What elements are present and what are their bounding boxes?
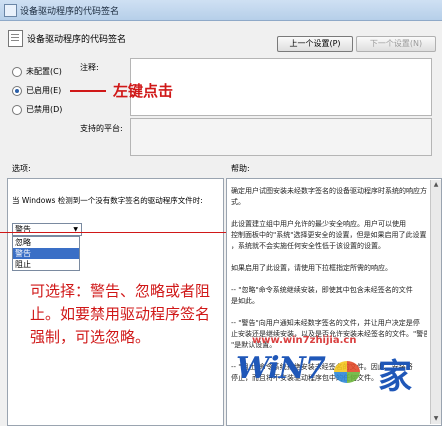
- options-label: 选项:: [12, 164, 31, 173]
- radio-circle: [12, 85, 22, 96]
- chevron-down-icon: ▼: [73, 226, 78, 233]
- help-line: ，系统就不会实施任何安全性低于该设置的设置。: [231, 242, 385, 250]
- option-block[interactable]: 阻止: [13, 259, 79, 270]
- help-line: 确定用户试图安装未经数字签名的设备驱动程序时系统的响应方: [231, 187, 427, 195]
- radio-circle: [12, 66, 22, 77]
- unsigned-driver-dropdown[interactable]: 警告 ▼: [12, 223, 82, 236]
- title-bar: 设备驱动程序的代码签名: [0, 0, 442, 21]
- radio-disabled[interactable]: 已禁用(D): [12, 104, 62, 116]
- prev-setting-button[interactable]: 上一个设置(P): [277, 36, 353, 52]
- help-label: 帮助:: [231, 164, 250, 173]
- annotation-pointer-line: [70, 90, 106, 92]
- policy-icon: [4, 4, 17, 17]
- help-line: 是如此。: [231, 297, 259, 305]
- supported-platform-label: 支持的平台:: [80, 124, 123, 133]
- help-line: -- "忽略"命令系统继续安装，即使其中包含未经签名的文件: [231, 286, 413, 294]
- dropdown-options-list: 忽略 警告 阻止: [12, 236, 80, 271]
- radio-not-configured[interactable]: 未配置(C): [12, 66, 62, 78]
- help-line: 此设置建立组中用户允许的最少安全响应。用户可以使用: [231, 220, 406, 228]
- comment-label: 注释:: [80, 63, 99, 72]
- window-title: 设备驱动程序的代码签名: [20, 7, 120, 17]
- watermark-logo: WiN7: [236, 351, 326, 386]
- option-ignore[interactable]: 忽略: [13, 237, 79, 248]
- setting-title: 设备驱动程序的代码签名: [27, 35, 127, 45]
- comment-textarea[interactable]: [130, 58, 432, 116]
- radio-enabled[interactable]: 已启用(E): [12, 85, 61, 97]
- scroll-up-icon[interactable]: ▲: [431, 180, 441, 190]
- watermark-suffix: 家: [378, 357, 412, 397]
- watermark-site: www.win7zhijia.cn: [252, 335, 357, 346]
- watermark: www.win7zhijia.cn WiN7 家: [230, 335, 440, 423]
- radio-circle: [12, 104, 22, 115]
- setting-icon: [8, 30, 23, 47]
- supported-platform-field: [130, 118, 432, 156]
- help-line: 式。: [231, 198, 245, 206]
- help-line: 如果启用了此设置，请使用下拉框指定所需的响应。: [231, 264, 392, 272]
- options-description: 当 Windows 检测到一个没有数字签名的驱动程序文件时:: [12, 196, 203, 205]
- option-warn[interactable]: 警告: [13, 248, 79, 259]
- annotation-choices-text: 可选择：警告、忽略或者阻止。如要禁用驱动程序签名强制，可选忽略。: [30, 282, 211, 346]
- windows-flag-icon: [334, 361, 360, 383]
- help-line: -- "警告"向用户通知未经数字签名的文件，并让用户决定是停: [231, 319, 420, 327]
- annotation-click-text: 左键点击: [113, 82, 174, 100]
- help-line: 控制面板中的"系统"选择更安全的设置，但是如果启用了此设置: [231, 231, 427, 239]
- next-setting-button[interactable]: 下一个设置(N): [356, 36, 436, 52]
